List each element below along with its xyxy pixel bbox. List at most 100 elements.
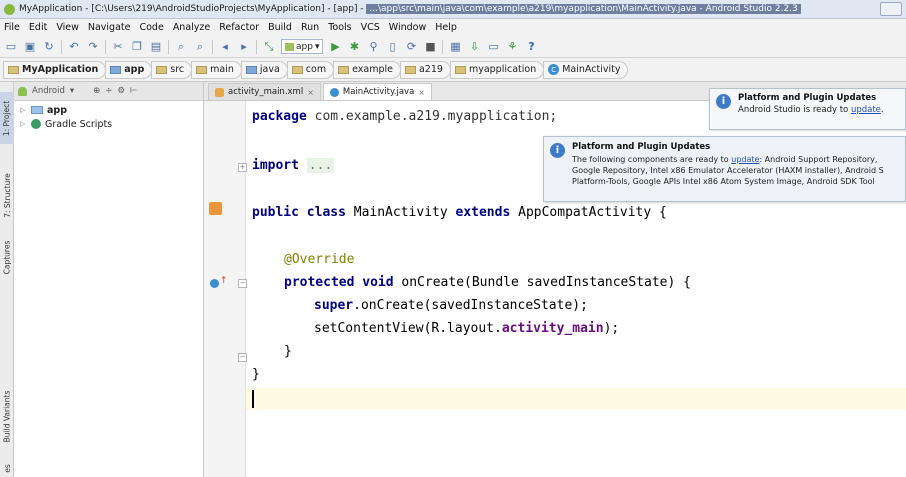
tab-activity-main-xml[interactable]: activity_main.xml × xyxy=(208,83,321,100)
find-icon[interactable]: ⌕ xyxy=(174,40,188,54)
run-configuration-select[interactable]: app ▾ xyxy=(281,39,324,54)
sync-icon[interactable]: ↻ xyxy=(42,40,56,54)
undo-icon[interactable]: ↶ xyxy=(67,40,81,54)
chevron-down-icon: ▾ xyxy=(314,41,320,52)
update-link[interactable]: update xyxy=(851,105,881,115)
package-icon xyxy=(404,65,416,74)
menu-view[interactable]: View xyxy=(56,22,79,33)
menu-navigate[interactable]: Navigate xyxy=(88,22,131,33)
breadcrumb-label: com xyxy=(305,64,327,75)
breadcrumb: MyApplication app src main java com exam… xyxy=(0,58,906,82)
open-folder-icon[interactable]: ▭ xyxy=(4,40,18,54)
breadcrumb-java[interactable]: java xyxy=(240,60,288,79)
tool-tab-captures[interactable]: Captures xyxy=(0,232,14,282)
make-project-icon[interactable]: ⤡ xyxy=(262,40,276,54)
breadcrumb-mainactivity[interactable]: C MainActivity xyxy=(543,60,629,79)
run-icon[interactable]: ▶ xyxy=(328,40,342,54)
menu-run[interactable]: Run xyxy=(301,22,319,33)
collapse-all-icon[interactable]: ÷ xyxy=(105,86,112,96)
attach-debugger-icon[interactable]: ⚲ xyxy=(366,40,380,54)
avd-manager-icon[interactable]: ▭ xyxy=(486,40,500,54)
paste-icon[interactable]: ▤ xyxy=(149,40,163,54)
gradle-sync-icon[interactable]: ⟳ xyxy=(404,40,418,54)
redo-icon[interactable]: ↷ xyxy=(86,40,100,54)
folder-icon xyxy=(8,65,19,74)
menu-analyze[interactable]: Analyze xyxy=(173,22,210,33)
breadcrumb-main[interactable]: main xyxy=(191,60,242,79)
project-panel: Android ▾ ⊕ ÷ ⚙ ⊢ ▷ app ▷ Gradle Scripts xyxy=(14,82,204,477)
menu-file[interactable]: File xyxy=(4,22,20,33)
title-bar: MyApplication - [C:\Users\219\AndroidStu… xyxy=(0,0,906,19)
chevron-down-icon[interactable]: ▾ xyxy=(70,86,74,96)
window-control-button[interactable] xyxy=(880,2,902,16)
apply-changes-icon[interactable]: ▯ xyxy=(385,40,399,54)
breadcrumb-myapplication-package[interactable]: myapplication xyxy=(449,60,545,79)
package-name: com.example.a219.myapplication; xyxy=(306,109,558,124)
layout-field: activity_main xyxy=(501,321,604,336)
left-tool-strip: 1: Project 7: Structure Captures Build V… xyxy=(0,82,14,477)
update-link[interactable]: update xyxy=(731,155,759,164)
code-line-setcontentview: setContentView(R.layout.activity_main); xyxy=(314,321,619,336)
menu-code[interactable]: Code xyxy=(139,22,163,33)
info-icon: i xyxy=(716,94,731,109)
copy-icon[interactable]: ❐ xyxy=(130,40,144,54)
breadcrumb-src[interactable]: src xyxy=(151,60,193,79)
package-icon xyxy=(338,65,350,74)
code-line-annotation: @Override xyxy=(284,252,355,267)
hide-panel-icon[interactable]: ⊢ xyxy=(130,86,137,96)
tree-item-app[interactable]: ▷ app xyxy=(14,103,203,117)
sdk-manager-icon[interactable]: ⇩ xyxy=(467,40,481,54)
tool-tab-favorites[interactable]: es xyxy=(0,460,14,476)
editor-gutter[interactable]: ↑ + − − xyxy=(204,101,247,477)
layout-preview-icon[interactable] xyxy=(209,202,222,215)
close-icon[interactable]: × xyxy=(418,88,425,97)
forward-icon[interactable]: ▸ xyxy=(237,40,251,54)
breadcrumb-app[interactable]: app xyxy=(105,60,153,79)
menu-vcs[interactable]: VCS xyxy=(361,22,380,33)
breadcrumb-example[interactable]: example xyxy=(333,60,401,79)
notification-balloon-large[interactable]: i Platform and Plugin Updates The follow… xyxy=(543,136,906,202)
notification-line-3: Platform-Tools, Google APIs Intel x86 At… xyxy=(572,177,875,186)
save-icon[interactable]: ▣ xyxy=(23,40,37,54)
breadcrumb-myapplication[interactable]: MyApplication xyxy=(3,60,107,79)
menu-refactor[interactable]: Refactor xyxy=(219,22,259,33)
menu-help[interactable]: Help xyxy=(435,22,457,33)
tab-mainactivity-java[interactable]: MainActivity.java × xyxy=(322,83,432,100)
notification-line-1: The following components are ready to up… xyxy=(572,154,901,165)
tool-tab-build-variants[interactable]: Build Variants xyxy=(0,380,14,452)
menu-edit[interactable]: Edit xyxy=(29,22,47,33)
notification-balloon-small[interactable]: i Platform and Plugin Updates Android St… xyxy=(709,88,906,130)
help-icon[interactable]: ? xyxy=(524,40,538,54)
cut-icon[interactable]: ✂ xyxy=(111,40,125,54)
expand-arrow-icon[interactable]: ▷ xyxy=(20,120,27,128)
folded-imports[interactable]: ... xyxy=(306,158,335,173)
close-icon[interactable]: × xyxy=(307,88,314,97)
method-signature: onCreate(Bundle savedInstanceState) { xyxy=(393,275,691,290)
tool-tab-structure[interactable]: 7: Structure xyxy=(0,164,14,226)
replace-icon[interactable]: ⌕ xyxy=(193,40,207,54)
menu-build[interactable]: Build xyxy=(268,22,292,33)
breadcrumb-a219[interactable]: a219 xyxy=(399,60,451,79)
override-marker-icon[interactable] xyxy=(210,279,219,288)
breadcrumb-com[interactable]: com xyxy=(286,60,335,79)
breadcrumb-label: MainActivity xyxy=(562,64,621,75)
menu-window[interactable]: Window xyxy=(389,22,426,33)
android-device-monitor-icon[interactable]: ⚘ xyxy=(505,40,519,54)
back-icon[interactable]: ◂ xyxy=(218,40,232,54)
tool-tab-label: Captures xyxy=(2,240,12,274)
notification-text: Android Studio is ready to xyxy=(738,105,851,115)
project-view-select[interactable]: Android xyxy=(32,86,65,96)
stop-icon[interactable]: ■ xyxy=(423,40,437,54)
notification-text: . xyxy=(880,105,884,115)
settings-gear-icon[interactable]: ⚙ xyxy=(117,86,125,96)
debug-icon[interactable]: ✱ xyxy=(347,40,361,54)
menu-tools[interactable]: Tools xyxy=(328,22,351,33)
project-structure-icon[interactable]: ▦ xyxy=(448,40,462,54)
tool-tab-project[interactable]: 1: Project xyxy=(0,92,14,144)
tool-tab-label: es xyxy=(2,463,12,473)
breadcrumb-label: main xyxy=(210,64,234,75)
tool-tab-label: Build Variants xyxy=(2,390,12,442)
sync-scroll-icon[interactable]: ⊕ xyxy=(93,86,100,96)
tree-item-gradle-scripts[interactable]: ▷ Gradle Scripts xyxy=(14,117,203,131)
expand-arrow-icon[interactable]: ▷ xyxy=(20,106,27,114)
